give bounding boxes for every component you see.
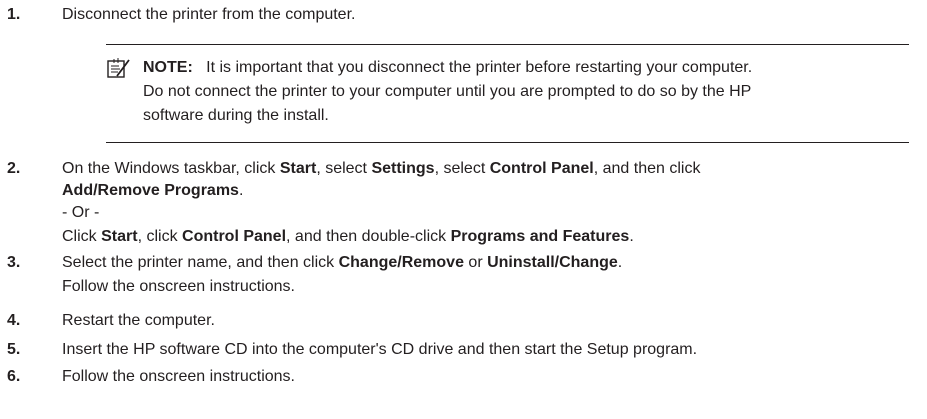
text: .	[238, 182, 244, 199]
step-2-line-1: On the Windows taskbar, click Start, sel…	[62, 158, 922, 180]
note-bottom-rule	[106, 142, 909, 143]
text: On the Windows taskbar, click	[62, 160, 280, 177]
step-text: On the Windows taskbar, click Start, sel…	[62, 158, 922, 248]
step-2-line-2: Add/Remove Programs.	[62, 180, 922, 202]
step-number: 3.	[7, 254, 21, 271]
note-top-rule	[106, 44, 909, 45]
step-text: Restart the computer.	[62, 312, 215, 329]
step-number: 4.	[7, 312, 21, 329]
step-text: Follow the onscreen instructions.	[62, 368, 295, 385]
step-text: Disconnect the printer from the computer…	[62, 6, 356, 23]
text: , select	[316, 160, 372, 177]
note-icon	[107, 58, 130, 78]
step-number: 5.	[7, 341, 21, 358]
ui-term: Settings	[371, 160, 435, 177]
text: , and then double-click	[286, 228, 451, 245]
step-3-line-1: Select the printer name, and then click …	[62, 252, 922, 274]
step-text: Select the printer name, and then click …	[62, 252, 922, 298]
text: Click	[62, 228, 102, 245]
ui-term: Programs and Features	[450, 228, 630, 245]
ui-term: Start	[101, 228, 138, 245]
note-line-1: It is important that you disconnect the …	[206, 59, 753, 76]
ui-term: Uninstall/Change	[487, 254, 618, 271]
ui-term: Add/Remove Programs	[62, 182, 239, 199]
text: , and then click	[593, 160, 701, 177]
text: , click	[137, 228, 183, 245]
note-text: NOTE: It is important that you disconnec…	[143, 56, 918, 128]
ui-term: Start	[279, 160, 317, 177]
text: or	[463, 254, 488, 271]
step-2-line-3: Click Start, click Control Panel, and th…	[62, 226, 922, 248]
ui-term: Change/Remove	[338, 254, 464, 271]
text: .	[617, 254, 623, 271]
ui-term: Control Panel	[182, 228, 287, 245]
note-line-3: software during the install.	[143, 107, 329, 124]
step-number: 2.	[7, 160, 21, 177]
step-number: 1.	[7, 6, 21, 23]
text: Select the printer name, and then click	[62, 254, 339, 271]
text: , select	[434, 160, 490, 177]
step-3-line-2: Follow the onscreen instructions.	[62, 278, 295, 295]
step-text: Insert the HP software CD into the compu…	[62, 341, 698, 358]
note-line-2: Do not connect the printer to your compu…	[143, 83, 752, 100]
step-number: 6.	[7, 368, 21, 385]
text: .	[629, 228, 634, 245]
or-separator: - Or -	[62, 204, 100, 221]
ui-term: Control Panel	[489, 160, 594, 177]
note-label: NOTE:	[143, 59, 193, 76]
